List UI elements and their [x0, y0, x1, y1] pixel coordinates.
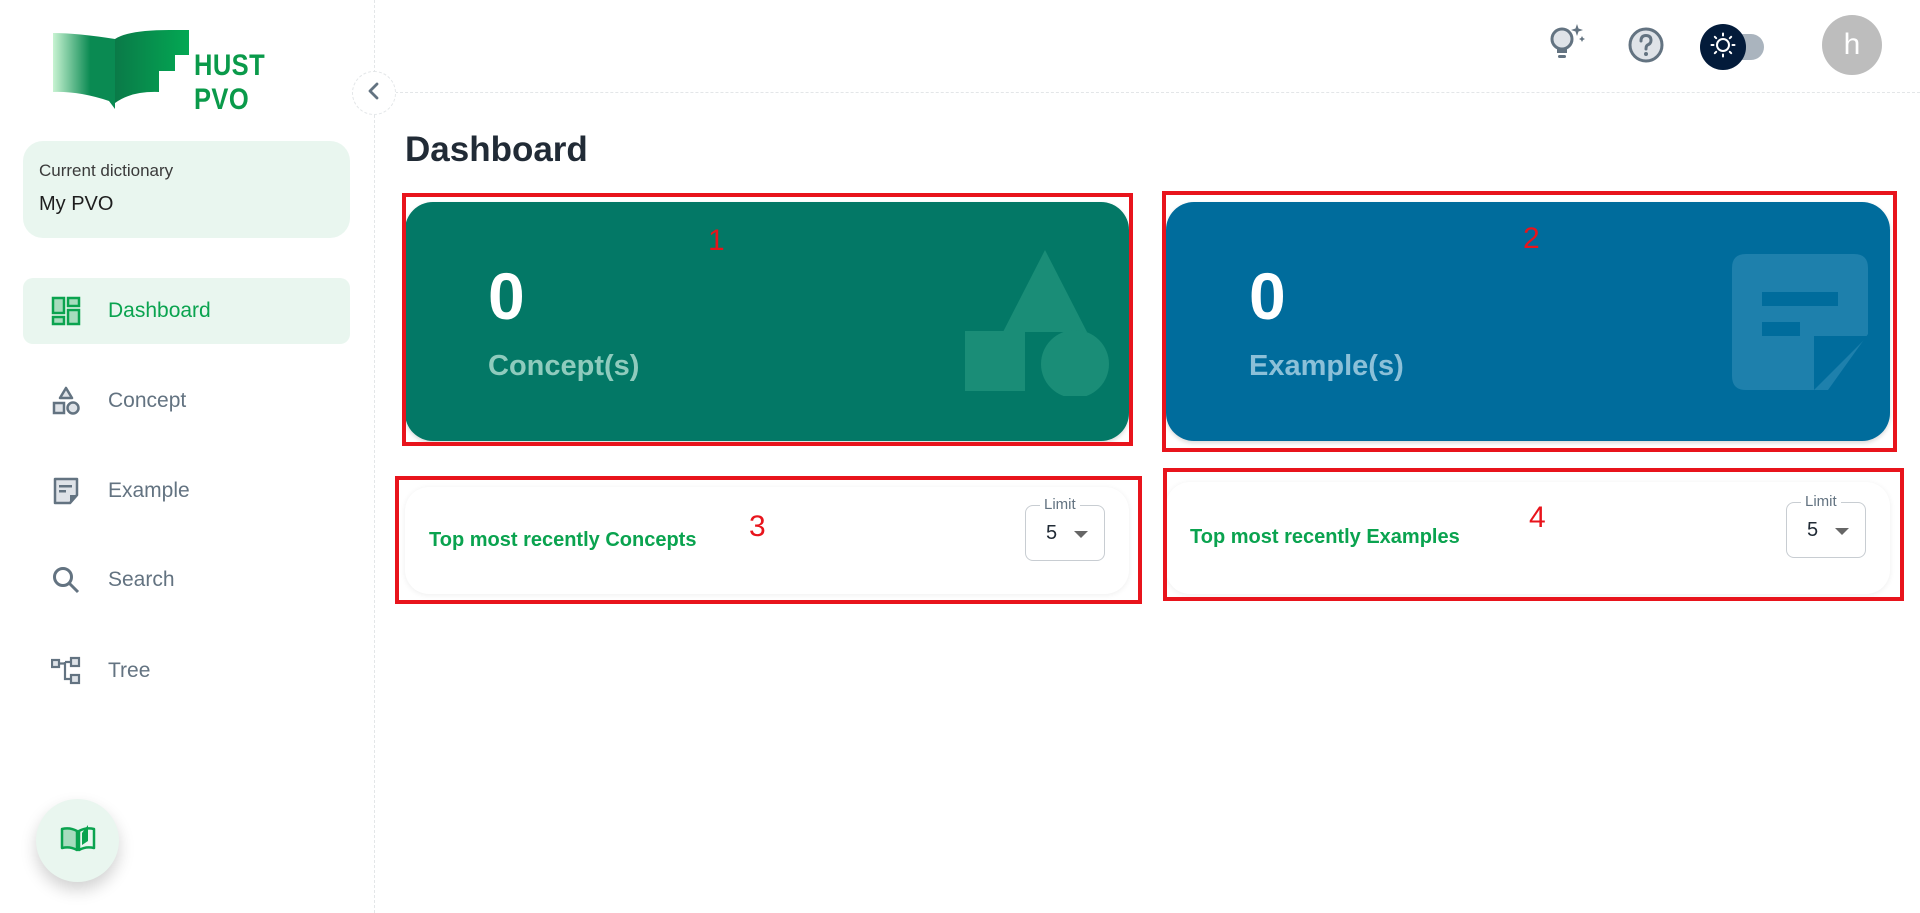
sidebar-item-search[interactable]: Search [23, 547, 350, 613]
concept-count-label: Concept(s) [488, 350, 640, 382]
current-dictionary-value: My PVO [39, 193, 114, 215]
top-header [375, 0, 1920, 93]
annotation-label-2: 2 [1523, 222, 1540, 255]
sidebar-item-label: Tree [108, 659, 151, 682]
brand-logo[interactable]: HUST PVO [49, 27, 329, 116]
page-title: Dashboard [405, 130, 588, 169]
examples-limit-select[interactable]: Limit 5 [1786, 493, 1866, 558]
annotation-label-1: 1 [708, 224, 725, 257]
example-count-label: Example(s) [1249, 350, 1404, 382]
user-avatar[interactable]: h [1822, 15, 1882, 75]
concept-stat-card[interactable]: 0 Concept(s) [405, 202, 1129, 441]
tips-button[interactable] [1544, 22, 1592, 70]
limit-label: Limit [1040, 496, 1080, 513]
current-dictionary[interactable]: Current dictionary My PVO [23, 141, 350, 238]
lightbulb-sparkle-icon [1546, 22, 1590, 71]
shapes-icon [965, 246, 1115, 401]
tree-icon [50, 655, 82, 687]
sidebar-item-label: Search [108, 568, 175, 591]
note-icon [50, 475, 82, 507]
sidebar-item-tree[interactable]: Tree [23, 638, 350, 704]
shapes-icon [50, 385, 82, 417]
caret-down-icon [1074, 531, 1088, 538]
dictionary-fab-button[interactable] [36, 799, 119, 882]
theme-toggle[interactable] [1700, 24, 1746, 70]
annotation-label-4: 4 [1529, 501, 1546, 534]
sidebar-item-concept[interactable]: Concept [23, 368, 350, 434]
current-dictionary-label: Current dictionary [39, 161, 174, 180]
recent-examples-card: Top most recently Examples Limit 5 [1166, 482, 1890, 594]
note-icon [1732, 254, 1868, 395]
recent-examples-title: Top most recently Examples [1190, 526, 1460, 548]
sidebar-item-label: Example [108, 479, 190, 502]
chevron-left-icon [366, 82, 382, 105]
sidebar-item-label: Dashboard [108, 299, 211, 322]
example-count: 0 [1249, 259, 1286, 333]
dashboard-icon [50, 295, 82, 327]
search-icon [50, 564, 82, 596]
sidebar: HUST PVO Current dictionary My PVO Dashb… [0, 0, 375, 913]
recent-concepts-card: Top most recently Concepts Limit 5 [405, 487, 1129, 594]
sidebar-item-label: Concept [108, 389, 187, 412]
open-book-logo-icon [53, 30, 189, 109]
recent-concepts-title: Top most recently Concepts [429, 529, 697, 551]
concept-count: 0 [488, 259, 525, 333]
sidebar-item-dashboard[interactable]: Dashboard [23, 278, 350, 344]
theme-toggle-sun-icon [1710, 32, 1736, 63]
collapse-sidebar-button[interactable] [352, 71, 396, 115]
caret-down-icon [1835, 528, 1849, 535]
limit-label: Limit [1801, 493, 1841, 510]
limit-value: 5 [1046, 522, 1058, 544]
limit-value: 5 [1807, 519, 1819, 541]
open-book-icon [60, 823, 96, 858]
help-circle-icon [1627, 26, 1665, 69]
sidebar-item-example[interactable]: Example [23, 458, 350, 524]
help-button[interactable] [1624, 25, 1668, 69]
annotation-label-3: 3 [749, 510, 766, 543]
brand-name: HUST PVO [194, 49, 266, 116]
concepts-limit-select[interactable]: Limit 5 [1025, 496, 1105, 561]
